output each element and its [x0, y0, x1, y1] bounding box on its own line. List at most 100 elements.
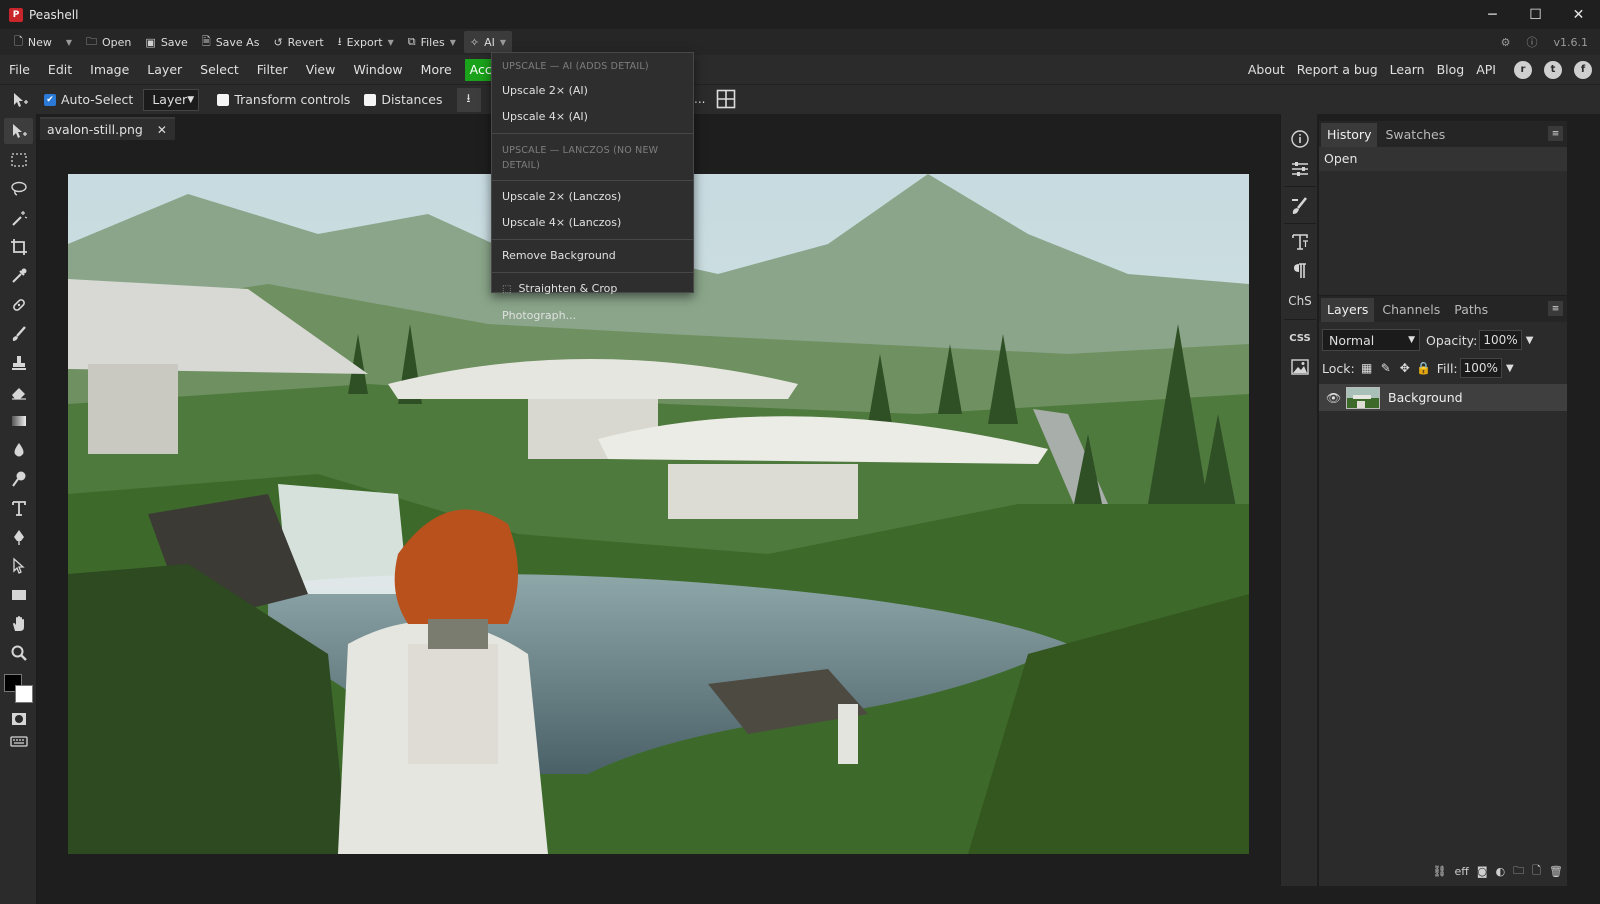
panel-menu-icon[interactable]: ≡ — [1548, 126, 1563, 141]
revert-button[interactable]: ↺ Revert — [267, 31, 329, 53]
menu-remove-background[interactable]: Remove Background — [492, 243, 693, 269]
marquee-select-icon[interactable] — [4, 147, 33, 173]
menu-api[interactable]: API — [1470, 59, 1502, 81]
save-button[interactable]: ▣ Save — [139, 31, 193, 53]
close-window-button[interactable]: ✕ — [1557, 0, 1600, 29]
crop-icon[interactable] — [4, 234, 33, 260]
align-download-icon[interactable]: ⭳ — [456, 87, 481, 112]
transform-controls-checkbox[interactable]: Transform controls — [217, 92, 350, 107]
tab-layers[interactable]: Layers — [1321, 298, 1375, 322]
help-icon[interactable]: ⓘ — [1527, 34, 1538, 50]
move-tool-icon[interactable] — [4, 118, 33, 144]
menu-more[interactable]: More — [412, 59, 461, 81]
trash-icon[interactable]: 🗑 — [1549, 865, 1563, 878]
brush-icon[interactable] — [4, 321, 33, 347]
fill-slider-toggle-icon[interactable]: ▼ — [1506, 363, 1514, 374]
history-item[interactable]: Open — [1319, 147, 1567, 171]
menu-about[interactable]: About — [1242, 59, 1291, 81]
hand-tool-icon[interactable] — [4, 611, 33, 637]
open-button[interactable]: 🗀 Open — [80, 31, 137, 53]
healing-brush-icon[interactable] — [4, 292, 33, 318]
menu-filter[interactable]: Filter — [248, 59, 297, 81]
files-button[interactable]: ⧉ Files ▼ — [402, 31, 462, 53]
menu-select[interactable]: Select — [191, 59, 248, 81]
tab-channels[interactable]: Channels — [1376, 298, 1446, 322]
adjustments-icon[interactable] — [1285, 156, 1315, 182]
background-color-swatch[interactable] — [15, 685, 33, 703]
paragraph-icon[interactable] — [1285, 258, 1315, 284]
distances-checkbox[interactable]: Distances — [364, 92, 443, 107]
new-button[interactable]: 🗋 New ▼ — [8, 31, 78, 53]
menu-blog[interactable]: Blog — [1431, 59, 1471, 81]
menu-file[interactable]: File — [0, 59, 39, 81]
opacity-slider-toggle-icon[interactable]: ▼ — [1526, 335, 1534, 346]
eye-icon[interactable]: 👁 — [1326, 391, 1342, 405]
menu-upscale-2x-lanczos[interactable]: Upscale 2× (Lanczos) — [492, 184, 693, 210]
eyedropper-icon[interactable] — [4, 263, 33, 289]
maximize-button[interactable]: ☐ — [1514, 0, 1557, 29]
lock-transparency-icon[interactable]: ▦ — [1360, 361, 1374, 375]
document-tab[interactable]: avalon-still.png ✕ — [40, 117, 175, 140]
dodge-icon[interactable] — [4, 466, 33, 492]
ai-button[interactable]: ✧ AI ▼ — [463, 31, 513, 53]
new-group-folder-icon[interactable]: 🗀 — [1513, 862, 1524, 881]
new-layer-icon[interactable]: 🗋 — [1532, 862, 1541, 881]
character-icon[interactable] — [1285, 229, 1315, 255]
adjustment-layer-icon[interactable]: ◐ — [1496, 865, 1506, 878]
eraser-icon[interactable] — [4, 379, 33, 405]
blend-mode-select[interactable]: Normal ▼ — [1322, 329, 1420, 351]
more-options-label[interactable]: ... — [694, 92, 705, 106]
menu-view[interactable]: View — [297, 59, 345, 81]
pen-tool-icon[interactable] — [4, 524, 33, 550]
clone-stamp-icon[interactable] — [4, 350, 33, 376]
rectangle-shape-icon[interactable] — [4, 582, 33, 608]
close-icon[interactable]: ✕ — [157, 123, 167, 137]
panel-menu-icon[interactable]: ≡ — [1548, 301, 1563, 316]
grid-icon[interactable] — [716, 89, 736, 109]
save-as-button[interactable]: 🗎 Save As — [196, 31, 266, 53]
auto-select-target-select[interactable]: Layer ▼ — [143, 88, 200, 111]
auto-select-checkbox[interactable]: ✔ Auto-Select — [44, 92, 133, 107]
path-select-icon[interactable] — [4, 553, 33, 579]
opacity-input[interactable]: 100% — [1479, 330, 1522, 350]
lasso-icon[interactable] — [4, 176, 33, 202]
menu-layer[interactable]: Layer — [138, 59, 191, 81]
fill-input[interactable]: 100% — [1459, 358, 1502, 378]
menu-image[interactable]: Image — [81, 59, 138, 81]
info-icon[interactable] — [1285, 126, 1315, 152]
blur-drop-icon[interactable] — [4, 437, 33, 463]
twitter-icon[interactable]: t — [1544, 60, 1562, 79]
gradient-icon[interactable] — [4, 408, 33, 434]
lock-all-icon[interactable]: 🔒 — [1416, 361, 1431, 375]
reddit-icon[interactable]: r — [1514, 60, 1532, 79]
menu-report-bug[interactable]: Report a bug — [1291, 59, 1384, 81]
lock-pixels-icon[interactable]: ✎ — [1379, 361, 1393, 375]
layer-row[interactable]: 👁 Background — [1319, 384, 1567, 411]
minimize-button[interactable]: ─ — [1471, 0, 1514, 29]
tab-paths[interactable]: Paths — [1448, 298, 1494, 322]
menu-straighten-crop[interactable]: ⬚ Straighten & Crop Photograph... — [492, 276, 693, 322]
layer-effects-label[interactable]: eff — [1455, 865, 1469, 878]
image-icon[interactable] — [1285, 354, 1315, 380]
link-layers-icon[interactable]: ⛓ — [1433, 865, 1447, 878]
menu-learn[interactable]: Learn — [1384, 59, 1431, 81]
menu-window[interactable]: Window — [344, 59, 411, 81]
type-tool-icon[interactable] — [4, 495, 33, 521]
lock-position-icon[interactable]: ✥ — [1398, 361, 1412, 375]
export-button[interactable]: ⭳ Export ▼ — [332, 31, 400, 53]
character-styles-label[interactable]: ChS — [1285, 288, 1315, 314]
facebook-icon[interactable]: f — [1574, 60, 1592, 79]
keyboard-icon[interactable] — [4, 728, 33, 754]
menu-upscale-4x-lanczos[interactable]: Upscale 4× (Lanczos) — [492, 210, 693, 236]
gear-icon[interactable]: ⚙ — [1501, 36, 1511, 49]
zoom-icon[interactable] — [4, 640, 33, 666]
tab-history[interactable]: History — [1321, 123, 1378, 147]
css-label[interactable]: CSS — [1285, 325, 1315, 351]
magic-wand-icon[interactable] — [4, 205, 33, 231]
brush-settings-icon[interactable] — [1285, 193, 1315, 219]
chevron-down-icon[interactable]: ▼ — [66, 38, 72, 47]
layer-mask-icon[interactable]: ◙ — [1477, 865, 1488, 878]
move-tool-icon[interactable] — [6, 86, 34, 114]
menu-upscale-2x-ai[interactable]: Upscale 2× (AI) — [492, 78, 693, 104]
menu-edit[interactable]: Edit — [39, 59, 81, 81]
